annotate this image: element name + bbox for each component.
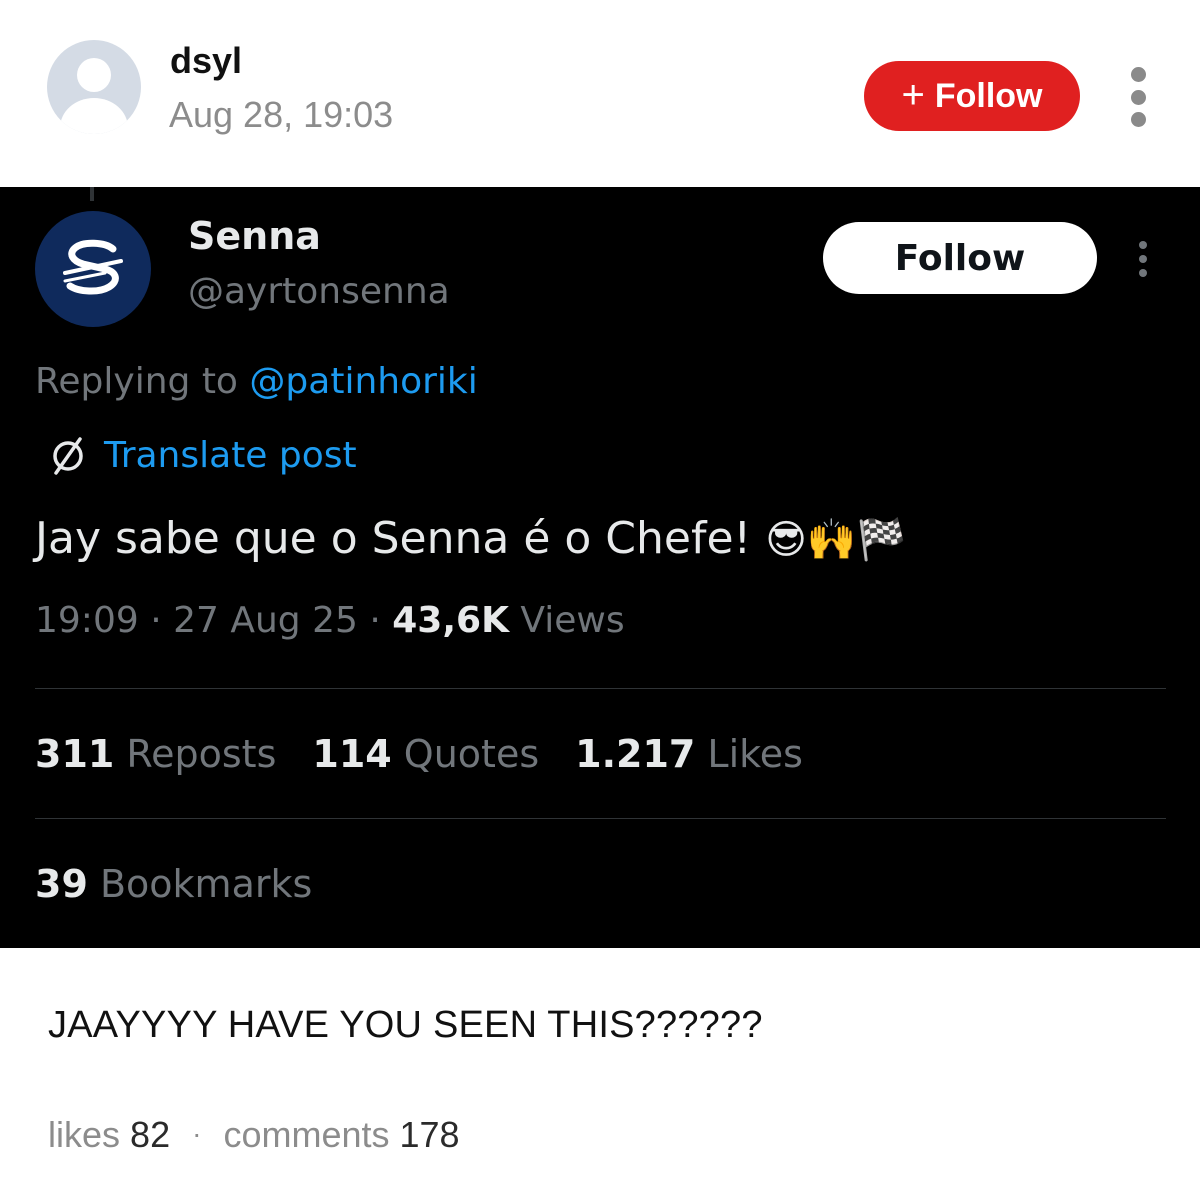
replying-prefix: Replying to (35, 361, 238, 402)
divider (35, 818, 1166, 819)
post-caption: JAAYYYY HAVE YOU SEEN THIS?????? (48, 1004, 763, 1046)
tweet-body-text: Jay sabe que o Senna é o Chefe! (35, 513, 752, 564)
dot (1130, 89, 1146, 105)
tweet-more-icon (1136, 241, 1150, 277)
meta-separator: · (138, 600, 174, 641)
senna-logo-icon (35, 211, 151, 327)
likes-label[interactable]: likes (48, 1114, 120, 1155)
likes-count: 1.217 (575, 732, 696, 776)
dot (1139, 241, 1147, 249)
thread-line (90, 187, 94, 201)
likes-label: Likes (707, 732, 803, 776)
tweet-follow-button: Follow (823, 222, 1097, 294)
tweet-meta: 19:09 · 27 Aug 25 · 43,6K Views (35, 600, 625, 641)
post-engagement: likes 82 · comments 178 (48, 1114, 460, 1156)
translate-post: Translate post (46, 433, 357, 477)
comments-label[interactable]: comments (223, 1114, 389, 1155)
dot (1139, 255, 1147, 263)
reposts-count: 311 (35, 732, 115, 776)
follow-button-label: Follow (934, 76, 1043, 115)
footer-separator: · (192, 1118, 202, 1149)
tweet-body-emojis: 😎🙌🏁 (765, 517, 907, 563)
views-count: 43,6K (392, 600, 509, 641)
post-timestamp: Aug 28, 19:03 (169, 94, 394, 135)
divider (35, 688, 1166, 689)
dot (1139, 269, 1147, 277)
embedded-tweet-image[interactable]: Senna @ayrtonsenna Follow Replying to @p… (0, 187, 1200, 948)
globe-slash-icon (53, 437, 83, 475)
tweet-body: Jay sabe que o Senna é o Chefe! 😎🙌🏁 (35, 513, 907, 564)
replying-mention: @patinhoriki (249, 361, 478, 402)
translate-post-label: Translate post (104, 434, 357, 476)
quotes-count: 114 (312, 732, 392, 776)
bookmarks-count: 39 (35, 862, 88, 906)
meta-separator: · (357, 600, 393, 641)
reposts-stat: 311 Reposts (35, 732, 276, 776)
quotes-stat: 114 Quotes (312, 732, 539, 776)
avatar-shoulders (60, 98, 128, 134)
likes-count: 82 (130, 1114, 171, 1155)
post-username[interactable]: dsyl (170, 40, 242, 82)
reposts-label: Reposts (126, 732, 277, 776)
replying-to-line: Replying to @patinhoriki (35, 361, 478, 402)
bookmarks-stat: 39 Bookmarks (35, 862, 312, 906)
tweet-handle[interactable]: @ayrtonsenna (188, 271, 450, 312)
follow-button[interactable]: + Follow (864, 61, 1080, 131)
user-avatar-icon[interactable] (47, 40, 141, 134)
plus-icon: + (901, 72, 925, 117)
quotes-label: Quotes (403, 732, 540, 776)
tweet-display-name[interactable]: Senna (188, 214, 321, 258)
tweet-date: 27 Aug 25 (173, 600, 358, 641)
dot (1130, 112, 1146, 127)
views-label: Views (520, 600, 625, 641)
avatar-head (77, 58, 111, 92)
tweet-time: 19:09 (35, 600, 139, 641)
comments-count: 178 (399, 1114, 460, 1155)
dot (1130, 67, 1146, 82)
likes-stat: 1.217 Likes (575, 732, 803, 776)
bookmarks-label: Bookmarks (99, 862, 313, 906)
more-options-icon[interactable] (1128, 67, 1148, 127)
tweet-stats: 311 Reposts 114 Quotes 1.217 Likes (35, 732, 803, 776)
